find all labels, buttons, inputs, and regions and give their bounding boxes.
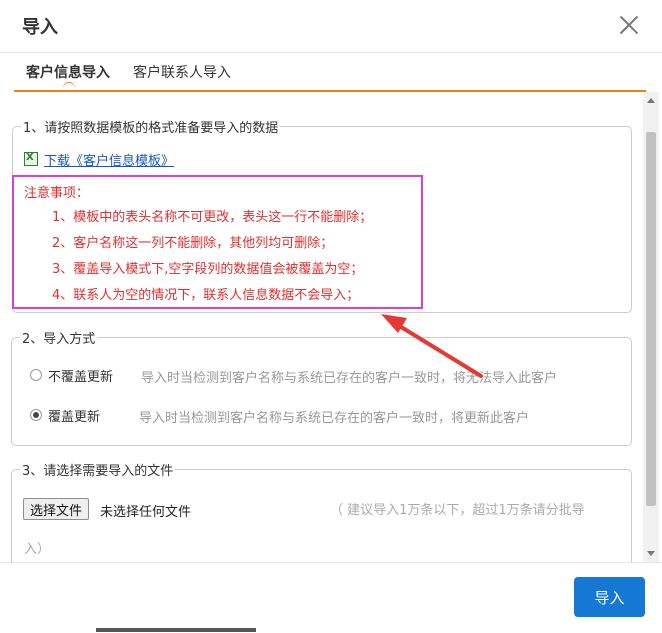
notice-title: 注意事项： [24,186,90,201]
template-download-row: 下载《客户信息模板》 [24,150,174,169]
radio-button[interactable] [30,369,42,381]
background-edge [96,628,256,632]
notice-item: 3、覆盖导入模式下,空字段列的数据值会被覆盖为空； [52,262,364,277]
section-choose-file-legend: 3、请选择需要导入的文件 [22,464,174,479]
tab-bar: 客户信息导入 客户联系人导入 [14,52,646,92]
import-limit-hint: （ 建议导入1万条以下，超过1万条请分批导 [330,503,585,518]
close-icon[interactable] [614,10,644,40]
import-form-scroll-area: 1、请按照数据模板的格式准备要导入的数据 下载《客户信息模板》 注意事项： 1、… [0,92,643,562]
active-tab-indicator [62,82,76,91]
radio-overwrite-description: 导入时当检测到客户名称与系统已存在的客户一致时，将更新此客户 [139,411,530,426]
radio-button-checked[interactable] [30,409,42,421]
scroll-down-arrow-icon[interactable] [647,551,655,556]
download-template-link[interactable]: 下载《客户信息模板》 [44,150,174,169]
import-dialog: 导入 客户信息导入 客户联系人导入 1、请按照数据模板的格式准备要导入的数据 下… [0,0,662,633]
notice-box: 注意事项： 1、模板中的表头名称不可更改，表头这一行不能删除； 2、客户名称这一… [12,175,423,309]
section-import-mode-legend: 2、导入方式 [22,332,96,347]
scrollbar-thumb[interactable] [646,132,656,506]
import-button[interactable]: 导入 [574,577,645,617]
excel-file-icon [24,152,38,166]
notice-item: 2、客户名称这一列不能删除，其他列均可删除； [52,236,334,251]
file-status-text: 未选择任何文件 [100,505,192,520]
radio-no-overwrite-label: 不覆盖更新 [48,369,114,385]
dialog-footer: 导入 [0,562,662,633]
dialog-header: 导入 [0,0,662,53]
section-import-mode: 2、导入方式 [11,328,632,446]
radio-no-overwrite-description: 导入时当检测到客户名称与系统已存在的客户一致时，将无法导入此客户 [141,371,558,386]
section-prepare-data-legend: 1、请按照数据模板的格式准备要导入的数据 [23,121,279,136]
import-limit-hint-continued: 入） [24,542,51,557]
notice-item: 4、联系人为空的情况下，联系人信息数据不会导入； [52,288,360,303]
vertical-scrollbar[interactable] [643,92,659,562]
dialog-title: 导入 [22,17,58,38]
choose-file-button[interactable]: 选择文件 [23,498,90,520]
radio-no-overwrite[interactable]: 不覆盖更新 [30,365,113,385]
scroll-up-arrow-icon[interactable] [647,98,655,103]
radio-overwrite-label: 覆盖更新 [48,409,101,425]
notice-item: 1、模板中的表头名称不可更改，表头这一行不能删除； [52,210,373,225]
tab-customer-info-import[interactable]: 客户信息导入 [26,62,110,82]
radio-overwrite[interactable]: 覆盖更新 [30,405,100,425]
tab-customer-contact-import[interactable]: 客户联系人导入 [133,62,231,82]
